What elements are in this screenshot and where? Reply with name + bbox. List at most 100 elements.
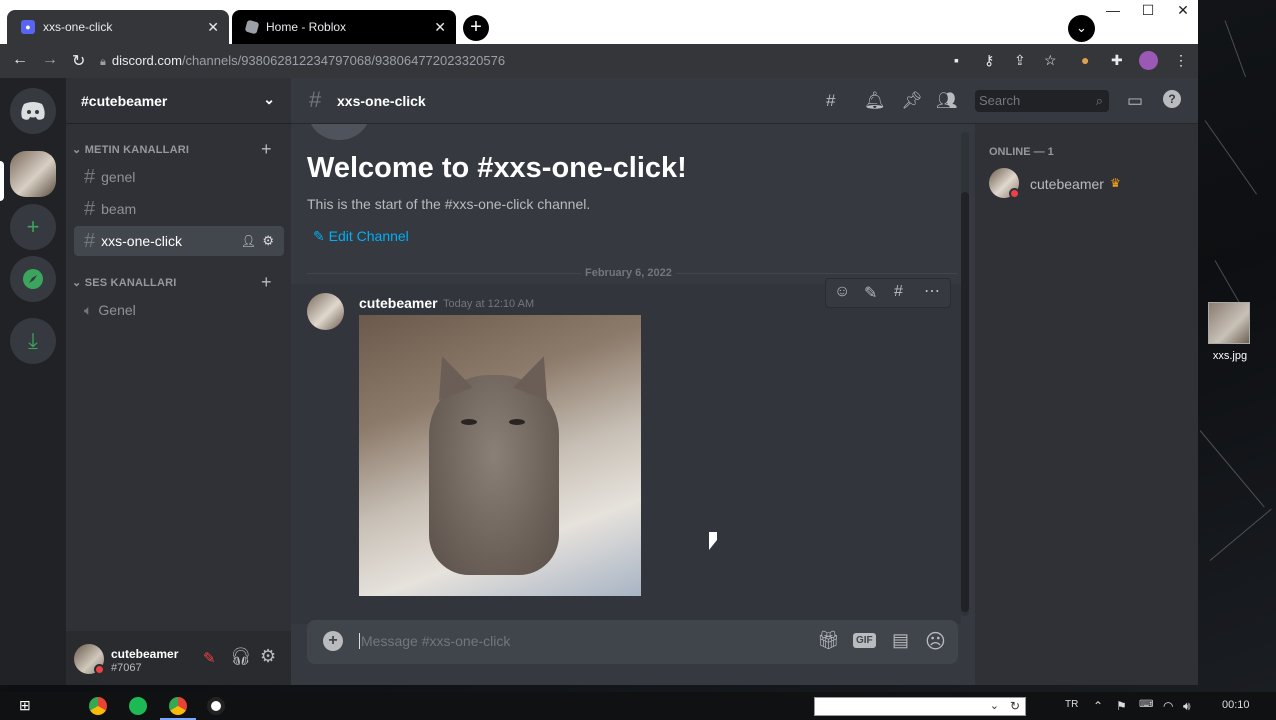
message-input[interactable]: Message #xxs-one-click bbox=[359, 633, 510, 649]
category-label: SES KANALLARI bbox=[84, 277, 177, 289]
minimize-button[interactable]: — bbox=[1098, 2, 1128, 18]
channel-label: genel bbox=[101, 169, 136, 185]
upload-plus-icon[interactable]: + bbox=[323, 631, 343, 651]
create-voice-channel-button[interactable]: + bbox=[261, 272, 272, 293]
bell-icon[interactable]: 🔔︎ bbox=[864, 91, 886, 111]
dropdown-chevron-icon[interactable]: ⌄ bbox=[990, 699, 999, 712]
spotify-taskbar-icon[interactable] bbox=[129, 697, 147, 715]
new-tab-button[interactable]: + bbox=[463, 15, 489, 41]
mouse-cursor-icon bbox=[709, 532, 717, 550]
clock[interactable]: 00:10 bbox=[1222, 699, 1250, 711]
user-settings-gear-icon[interactable]: ⚙ bbox=[260, 646, 276, 667]
tab-discord[interactable]: ● xxs-one-click ✕ bbox=[7, 10, 229, 44]
discord-favicon-icon: ● bbox=[21, 20, 35, 34]
volume-icon[interactable]: 🔊︎ bbox=[1183, 699, 1191, 714]
close-window-button[interactable]: ✕ bbox=[1168, 2, 1198, 19]
gift-icon[interactable]: 🎁︎ bbox=[817, 630, 840, 651]
windows-taskbar: ⊞ ⌄ ↻ TR ⌃ ⚑ ⌨ ◠ 🔊︎ 00:10 bbox=[0, 692, 1276, 720]
category-text-channels[interactable]: ⌄ METIN KANALLARI bbox=[72, 143, 189, 156]
server-header[interactable]: #cutebeamer ⌄ bbox=[66, 78, 291, 124]
maximize-button[interactable]: ☐ bbox=[1133, 2, 1163, 19]
explore-servers-button[interactable] bbox=[10, 256, 56, 302]
show-hidden-icons-icon[interactable]: ⌃ bbox=[1093, 699, 1103, 713]
wifi-icon[interactable]: ◠ bbox=[1163, 699, 1173, 713]
flag-icon[interactable]: ⚑ bbox=[1116, 699, 1127, 713]
taskbar-address-field[interactable]: ⌄ ↻ bbox=[814, 697, 1026, 716]
invite-icon[interactable]: 👤︎ bbox=[241, 234, 256, 248]
tab-title: Home - Roblox bbox=[266, 20, 347, 34]
server-cutebeamer[interactable] bbox=[10, 151, 56, 197]
key-icon[interactable]: ⚷ bbox=[984, 52, 994, 69]
thread-icon[interactable]: # bbox=[894, 283, 903, 301]
chrome-active-taskbar-icon[interactable] bbox=[169, 697, 187, 715]
kitten-eye-left bbox=[461, 419, 477, 425]
channel-genel[interactable]: # genel bbox=[74, 162, 284, 192]
tab-search-button[interactable]: ⌄ bbox=[1068, 15, 1095, 42]
download-apps-button[interactable]: ⤓ bbox=[10, 318, 56, 364]
url-path: /channels/938062812234797068/93806477202… bbox=[181, 53, 506, 68]
message-avatar[interactable] bbox=[307, 293, 344, 330]
back-icon[interactable]: ← bbox=[12, 51, 28, 69]
channel-beam[interactable]: # beam bbox=[74, 194, 284, 224]
bookmark-star-icon[interactable]: ☆ bbox=[1044, 52, 1057, 69]
address-bar[interactable]: 🔒︎ discord.com/channels/93806281223479706… bbox=[100, 48, 1198, 74]
scrollbar[interactable] bbox=[961, 132, 969, 616]
message-composer: + Message #xxs-one-click 🎁︎ GIF ▤ ☹ bbox=[307, 620, 958, 664]
message-author[interactable]: cutebeamer bbox=[359, 295, 438, 311]
pin-icon[interactable]: 📌︎ bbox=[901, 91, 923, 111]
tab-roblox[interactable]: Home - Roblox ✕ bbox=[232, 10, 456, 44]
language-indicator[interactable]: TR bbox=[1065, 699, 1078, 710]
more-icon[interactable]: ⋯ bbox=[924, 281, 940, 301]
create-channel-button[interactable]: + bbox=[261, 139, 272, 160]
help-icon[interactable]: ? bbox=[1163, 90, 1181, 108]
message-list: Welcome to #xxs-one-click! This is the s… bbox=[291, 124, 975, 624]
user-name: cutebeamer bbox=[111, 647, 179, 661]
extensions-puzzle-icon[interactable]: ✚ bbox=[1111, 52, 1123, 69]
discord-home-button[interactable] bbox=[10, 88, 56, 134]
kebab-menu-icon[interactable]: ⋮ bbox=[1174, 52, 1188, 69]
mute-icon[interactable]: ✎ bbox=[203, 649, 216, 667]
gif-button[interactable]: GIF bbox=[853, 633, 876, 648]
chat-header: # xxs-one-click # 🔔︎ 📌︎ 👥︎ Search ⌕ ▭ ? bbox=[291, 78, 1198, 124]
add-server-button[interactable]: + bbox=[10, 204, 56, 250]
member-list-icon[interactable]: 👥︎ bbox=[936, 91, 958, 111]
hash-icon: # bbox=[84, 165, 96, 188]
edit-icon[interactable]: ✎ bbox=[864, 283, 877, 303]
forward-icon[interactable]: → bbox=[42, 51, 58, 69]
discord-logo-icon bbox=[21, 102, 45, 120]
channel-title: xxs-one-click bbox=[337, 93, 426, 109]
chrome-taskbar-icon[interactable] bbox=[89, 697, 107, 715]
emoji-icon[interactable]: ☹ bbox=[925, 629, 946, 654]
close-icon[interactable]: ✕ bbox=[434, 19, 446, 36]
kitten-eye-right bbox=[509, 419, 525, 425]
cookie-extension-icon[interactable]: ● bbox=[1081, 52, 1089, 68]
close-icon[interactable]: ✕ bbox=[207, 19, 219, 36]
camera-blocked-icon[interactable]: ▪ bbox=[954, 52, 959, 68]
obs-record-taskbar-icon[interactable] bbox=[207, 697, 225, 715]
kitten-image-attachment[interactable] bbox=[359, 315, 641, 596]
add-reaction-icon[interactable]: ☺ bbox=[834, 283, 850, 301]
edit-channel-link[interactable]: ✎ Edit Channel bbox=[313, 228, 409, 245]
ime-icon[interactable]: ⌨ bbox=[1139, 699, 1153, 710]
scrollbar-thumb[interactable] bbox=[961, 192, 969, 612]
headphones-icon[interactable]: 🎧︎ bbox=[230, 647, 252, 667]
channel-sidebar: #cutebeamer ⌄ ⌄ METIN KANALLARI + # genel… bbox=[66, 78, 291, 685]
windows-start-icon[interactable]: ⊞ bbox=[19, 697, 31, 714]
refresh-icon[interactable]: ↻ bbox=[1010, 699, 1020, 713]
threads-icon[interactable]: # bbox=[826, 91, 835, 111]
desktop-file-icon[interactable] bbox=[1208, 302, 1250, 344]
url-host: discord.com bbox=[111, 53, 182, 68]
dnd-status-icon bbox=[1009, 188, 1020, 199]
tab-bar: ● xxs-one-click ✕ Home - Roblox ✕ + ⌄ — … bbox=[0, 0, 1198, 44]
sticker-icon[interactable]: ▤ bbox=[892, 630, 909, 651]
channel-xxs-one-click[interactable]: # xxs-one-click 👤︎ ⚙ bbox=[74, 226, 284, 256]
share-icon[interactable]: ⇪ bbox=[1014, 52, 1026, 69]
gear-icon[interactable]: ⚙ bbox=[262, 233, 274, 249]
category-voice-channels[interactable]: ⌄ SES KANALLARI bbox=[72, 276, 177, 289]
inbox-icon[interactable]: ▭ bbox=[1127, 91, 1143, 111]
voice-channel-genel[interactable]: 🔈︎ Genel bbox=[74, 295, 284, 325]
search-input[interactable]: Search ⌕ bbox=[975, 90, 1109, 112]
reload-icon[interactable]: ↻ bbox=[72, 51, 85, 71]
profile-avatar-icon[interactable] bbox=[1139, 51, 1158, 70]
member-name[interactable]: cutebeamer bbox=[1030, 176, 1104, 192]
